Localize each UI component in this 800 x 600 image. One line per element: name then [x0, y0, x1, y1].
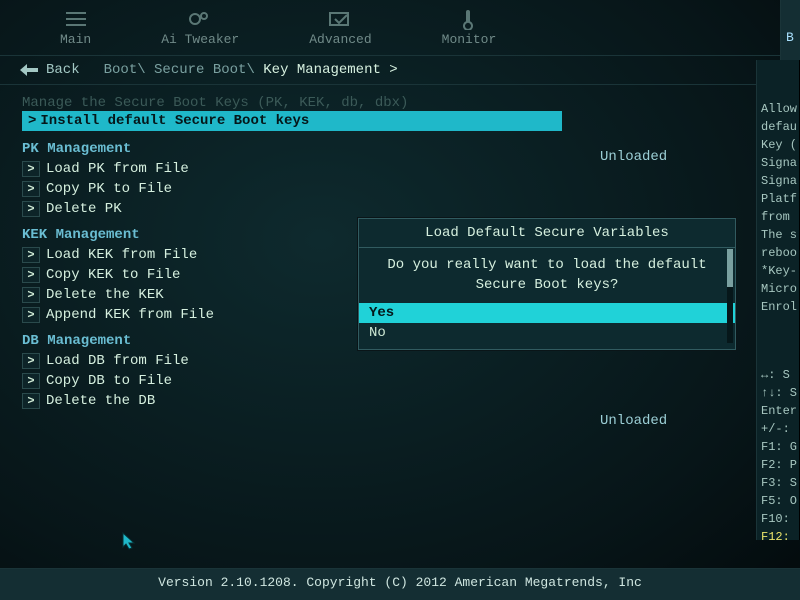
chevron-right-icon: >: [22, 267, 40, 283]
help-line: Allow: [761, 100, 795, 118]
item-delete-db-label: Delete the DB: [46, 393, 155, 409]
breadcrumb-row: Back Boot\ Secure Boot\ Key Management >: [0, 56, 800, 85]
tab-advanced-label: Advanced: [309, 32, 371, 47]
confirm-dialog: Load Default Secure Variables Do you rea…: [358, 218, 736, 350]
chevron-right-icon: >: [22, 353, 40, 369]
dialog-message: Do you really want to load the default S…: [359, 248, 735, 303]
help-line: Enrol: [761, 298, 795, 316]
help-shortcut: Enter: [761, 402, 795, 420]
item-load-db[interactable]: > Load DB from File: [22, 353, 800, 369]
thermometer-icon: [456, 8, 482, 30]
dialog-yes-button[interactable]: Yes: [359, 303, 735, 323]
item-copy-db[interactable]: > Copy DB to File: [22, 373, 800, 389]
back-arrow-icon: [20, 64, 38, 76]
item-delete-kek-label: Delete the KEK: [46, 287, 164, 303]
item-delete-db[interactable]: > Delete the DB: [22, 393, 800, 409]
dialog-title: Load Default Secure Variables: [359, 219, 735, 248]
help-shortcut: F3: S: [761, 474, 795, 492]
back-label: Back: [46, 62, 80, 78]
tab-main-label: Main: [60, 32, 91, 47]
tab-monitor[interactable]: Monitor: [442, 8, 497, 55]
tab-monitor-label: Monitor: [442, 32, 497, 47]
help-shortcut: F5: O: [761, 492, 795, 510]
help-line: The s: [761, 226, 795, 244]
item-copy-pk[interactable]: > Copy PK to File: [22, 181, 800, 197]
chevron-right-icon: >: [22, 201, 40, 217]
help-line: Platf: [761, 190, 795, 208]
item-delete-pk[interactable]: > Delete PK: [22, 201, 800, 217]
breadcrumb: Boot\ Secure Boot\ Key Management >: [104, 62, 398, 78]
item-copy-db-label: Copy DB to File: [46, 373, 172, 389]
item-delete-pk-label: Delete PK: [46, 201, 122, 217]
help-shortcut: F12:: [761, 528, 795, 540]
scrollbar[interactable]: [727, 249, 733, 343]
help-shortcut: ↑↓: S: [761, 384, 795, 402]
help-line: *Key-: [761, 262, 795, 280]
tab-extra-label: B: [786, 30, 794, 45]
help-shortcut: F10:: [761, 510, 795, 528]
dialog-message-line: Do you really want to load the default: [371, 256, 723, 276]
help-line: Micro: [761, 280, 795, 298]
item-copy-kek-label: Copy KEK to File: [46, 267, 180, 283]
item-load-pk-label: Load PK from File: [46, 161, 189, 177]
item-copy-pk-label: Copy PK to File: [46, 181, 172, 197]
chevron-right-icon: >: [22, 307, 40, 323]
db-status: Unloaded: [600, 413, 667, 429]
help-shortcut: +/-:: [761, 420, 795, 438]
crumb-active: Key Management: [263, 62, 381, 78]
help-line: from: [761, 208, 795, 226]
tab-ai-tweaker[interactable]: Ai Tweaker: [161, 8, 239, 55]
chevron-right-icon: >: [22, 287, 40, 303]
tab-tweaker-label: Ai Tweaker: [161, 32, 239, 47]
install-default-label: Install default Secure Boot keys: [40, 113, 309, 129]
tab-overflow[interactable]: B: [780, 0, 800, 60]
crumb-secure: Secure Boot\: [154, 62, 255, 78]
manage-heading: Manage the Secure Boot Keys (PK, KEK, db…: [22, 95, 800, 111]
help-shortcut: ↔: S: [761, 366, 795, 384]
help-shortcut: F1: G: [761, 438, 795, 456]
footer-version: Version 2.10.1208. Copyright (C) 2012 Am…: [0, 568, 800, 600]
tab-main[interactable]: Main: [60, 8, 91, 55]
help-panel: Allow defau Key ( Signa Signa Platf from…: [756, 60, 800, 540]
crumb-arrow: >: [389, 62, 397, 78]
dialog-message-line: Secure Boot keys?: [371, 276, 723, 296]
dialog-no-button[interactable]: No: [359, 323, 735, 349]
item-load-kek-label: Load KEK from File: [46, 247, 197, 263]
help-line: Signa: [761, 154, 795, 172]
item-append-kek-label: Append KEK from File: [46, 307, 214, 323]
help-line: Signa: [761, 172, 795, 190]
chevron-right-icon: >: [22, 373, 40, 389]
crumb-boot: Boot\: [104, 62, 146, 78]
top-tab-bar: Main Ai Tweaker Advanced Monitor: [0, 0, 800, 56]
chevron-right-icon: >: [22, 161, 40, 177]
advanced-icon: [327, 8, 353, 30]
back-button[interactable]: Back: [20, 62, 80, 78]
help-shortcut: F2: P: [761, 456, 795, 474]
item-load-pk[interactable]: > Load PK from File: [22, 161, 800, 177]
pk-status: Unloaded: [600, 149, 667, 165]
help-line: Key (: [761, 136, 795, 154]
pk-section-header: PK Management: [22, 141, 800, 157]
menu-icon: [63, 8, 89, 30]
help-line: reboo: [761, 244, 795, 262]
install-default-keys[interactable]: >Install default Secure Boot keys: [22, 111, 562, 131]
tweaker-icon: [187, 8, 213, 30]
scrollbar-thumb[interactable]: [727, 249, 733, 287]
item-load-db-label: Load DB from File: [46, 353, 189, 369]
chevron-right-icon: >: [22, 393, 40, 409]
tab-advanced[interactable]: Advanced: [309, 8, 371, 55]
chevron-right-icon: >: [22, 181, 40, 197]
help-line: defau: [761, 118, 795, 136]
mouse-cursor-icon: [122, 532, 136, 550]
chevron-right-icon: >: [28, 113, 36, 129]
chevron-right-icon: >: [22, 247, 40, 263]
